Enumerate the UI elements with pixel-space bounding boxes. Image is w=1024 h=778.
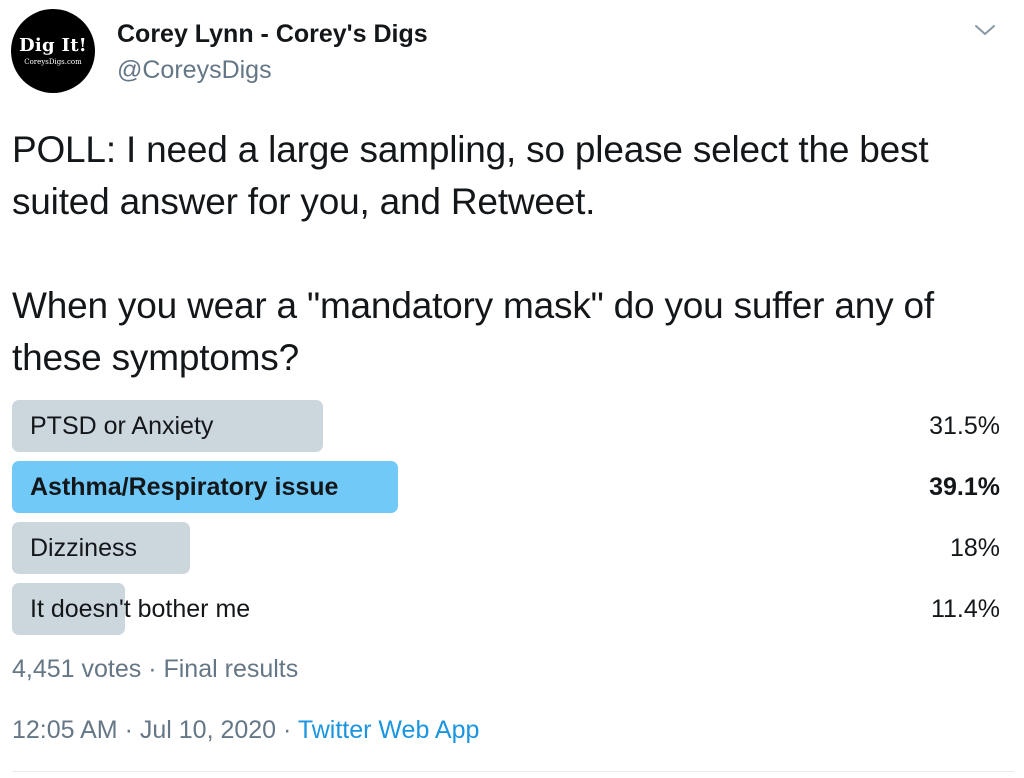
poll-option-label: Asthma/Respiratory issue <box>30 473 339 501</box>
timestamp-separator: · <box>276 716 298 744</box>
poll-option-label: Dizziness <box>30 534 137 562</box>
more-options-button[interactable] <box>972 20 998 40</box>
avatar-title: Dig It! <box>18 34 88 56</box>
divider <box>12 771 1014 772</box>
poll-option[interactable]: PTSD or Anxiety 31.5% <box>12 400 1000 452</box>
tweet-text: POLL: I need a large sampling, so please… <box>12 129 934 378</box>
poll-summary: 4,451 votes · Final results <box>12 652 298 686</box>
poll-option-percent: 18% <box>949 534 1000 562</box>
poll-summary-separator: · <box>141 655 164 683</box>
poll-option[interactable]: Asthma/Respiratory issue 39.1% <box>12 461 1000 513</box>
tweet-card: Dig It! CoreysDigs.com Corey Lynn - Core… <box>0 0 1024 778</box>
chevron-down-icon <box>975 25 995 35</box>
avatar-subtitle: CoreysDigs.com <box>24 57 82 66</box>
avatar[interactable]: Dig It! CoreysDigs.com <box>11 9 95 93</box>
poll-option-label: It doesn't bother me <box>30 595 251 623</box>
poll-option-percent: 11.4% <box>930 595 1000 623</box>
tweet-time[interactable]: 12:05 AM <box>12 716 118 744</box>
tweet-timestamp: 12:05 AM · Jul 10, 2020 · Twitter Web Ap… <box>12 713 479 747</box>
poll-status: Final results <box>163 655 299 683</box>
poll-option-label: PTSD or Anxiety <box>30 412 214 440</box>
tweet-source-link[interactable]: Twitter Web App <box>298 716 480 744</box>
author-handle[interactable]: @CoreysDigs <box>117 55 272 85</box>
poll-option[interactable]: It doesn't bother me 11.4% <box>12 583 1000 635</box>
poll-vote-count: 4,451 votes <box>12 655 142 683</box>
poll-option-percent: 31.5% <box>929 412 1000 440</box>
author-display-name[interactable]: Corey Lynn - Corey's Digs <box>117 18 428 50</box>
poll-option[interactable]: Dizziness 18% <box>12 522 1000 574</box>
tweet-date[interactable]: Jul 10, 2020 <box>140 716 276 744</box>
poll-option-percent: 39.1% <box>929 473 1000 501</box>
poll: PTSD or Anxiety 31.5% Asthma/Respiratory… <box>12 400 1000 644</box>
timestamp-separator: · <box>117 716 140 744</box>
